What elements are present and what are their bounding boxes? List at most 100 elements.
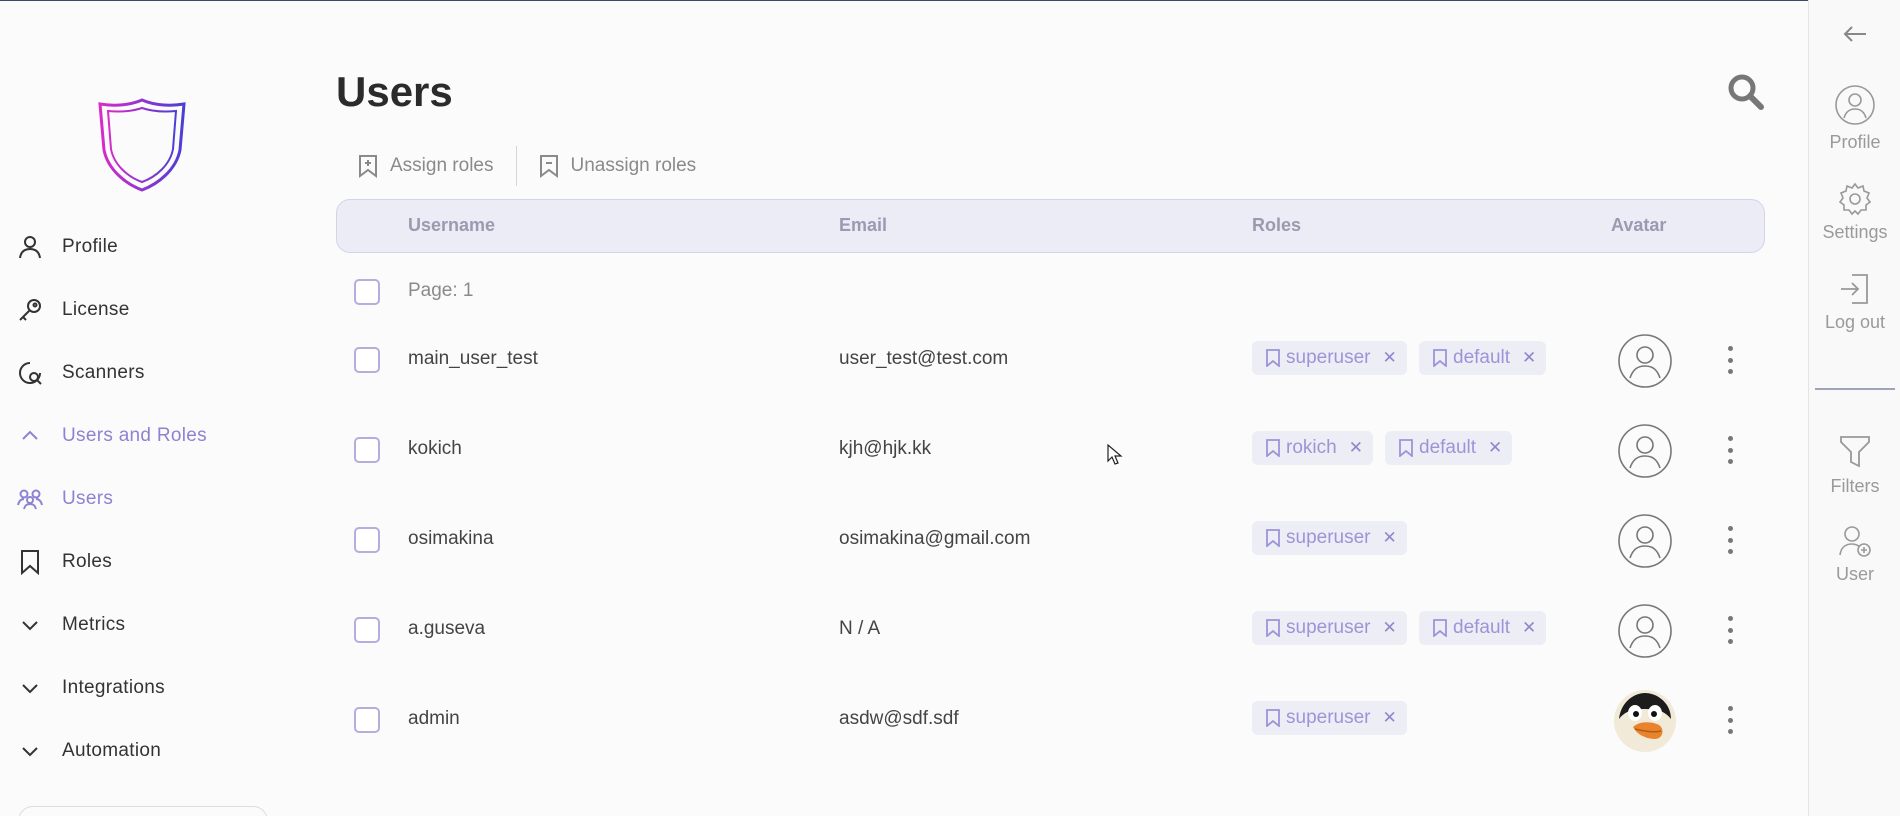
bookmark-minus-icon (539, 155, 558, 178)
avatar-photo[interactable] (1614, 690, 1676, 752)
sidebar-item-label: License (62, 299, 130, 320)
sidebar-item-users-and-roles[interactable]: Users and Roles (16, 416, 207, 456)
remove-role-icon[interactable]: ✕ (1383, 618, 1397, 638)
page-label: Page: 1 (408, 280, 474, 301)
remove-role-icon[interactable]: ✕ (1349, 438, 1363, 458)
username-cell: main_user_test (408, 348, 538, 369)
role-tag: superuser ✕ (1252, 701, 1407, 735)
table-row[interactable]: kokich kjh@hjk.kk rokich ✕ default ✕ (336, 420, 1765, 480)
remove-role-icon[interactable]: ✕ (1383, 528, 1397, 548)
sidebar-item-label: Roles (62, 551, 113, 572)
sidebar-bottom-widget[interactable] (18, 806, 268, 816)
scanner-icon (16, 359, 44, 387)
role-tag-label: rokich (1286, 437, 1337, 458)
sidebar-item-label: Scanners (62, 362, 145, 383)
add-user-icon (1839, 526, 1871, 557)
sidebar-item-automation[interactable]: Automation (16, 731, 161, 771)
sidebar-item-metrics[interactable]: Metrics (16, 605, 125, 645)
role-tag: default ✕ (1419, 341, 1547, 375)
row-checkbox[interactable] (354, 617, 380, 643)
role-tag-label: superuser (1286, 347, 1371, 368)
rail-settings-button[interactable]: Settings (1809, 182, 1900, 243)
table-row[interactable]: a.guseva N / A superuser ✕ default ✕ (336, 600, 1765, 660)
select-page-checkbox[interactable] (354, 279, 380, 305)
rail-logout-button[interactable]: Log out (1809, 272, 1900, 333)
bookmark-icon (1266, 349, 1280, 367)
rail-user-label: User (1835, 564, 1874, 584)
column-header-email[interactable]: Email (839, 215, 887, 236)
role-tag: superuser ✕ (1252, 341, 1407, 375)
email-cell: asdw@sdf.sdf (839, 708, 959, 729)
sidebar-item-users[interactable]: Users (16, 479, 113, 519)
role-tag-label: superuser (1286, 707, 1371, 728)
remove-role-icon[interactable]: ✕ (1488, 438, 1502, 458)
column-header-username[interactable]: Username (408, 215, 495, 236)
sidebar-item-roles[interactable]: Roles (16, 542, 112, 582)
bookmark-icon (1266, 619, 1280, 637)
rail-divider (1815, 388, 1895, 390)
logout-icon (1841, 274, 1868, 304)
avatar[interactable] (1617, 423, 1673, 479)
search-button[interactable] (1726, 72, 1766, 112)
default-avatar-icon (1618, 424, 1672, 478)
row-menu-icon[interactable] (1724, 616, 1736, 644)
table-row[interactable]: admin asdw@sdf.sdf superuser ✕ (336, 690, 1765, 752)
bookmark-icon (1266, 709, 1280, 727)
sidebar-item-license[interactable]: License (16, 290, 130, 330)
username-cell: admin (408, 708, 460, 729)
row-menu-icon[interactable] (1724, 706, 1736, 734)
rail-add-user-button[interactable]: User (1809, 524, 1900, 585)
role-tag: default ✕ (1419, 611, 1547, 645)
bookmark-icon (1266, 529, 1280, 547)
row-menu-icon[interactable] (1724, 346, 1736, 374)
bookmark-icon (1433, 619, 1447, 637)
rail-logout-label: Log out (1824, 312, 1886, 332)
row-menu-icon[interactable] (1724, 526, 1736, 554)
row-checkbox[interactable] (354, 437, 380, 463)
table-row[interactable]: osimakina osimakina@gmail.com superuser … (336, 510, 1765, 570)
sidebar-item-scanners[interactable]: Scanners (16, 353, 145, 393)
chevron-down-icon (16, 737, 44, 765)
row-checkbox[interactable] (354, 707, 380, 733)
key-icon (16, 296, 44, 324)
sidebar-item-label: Metrics (62, 614, 126, 635)
bookmark-icon (1266, 439, 1280, 457)
user-icon (16, 233, 44, 261)
remove-role-icon[interactable]: ✕ (1522, 618, 1536, 638)
remove-role-icon[interactable]: ✕ (1383, 348, 1397, 368)
avatar[interactable] (1617, 333, 1673, 389)
role-tag-label: superuser (1286, 617, 1371, 638)
remove-role-icon[interactable]: ✕ (1383, 708, 1397, 728)
users-icon (16, 485, 44, 513)
remove-role-icon[interactable]: ✕ (1522, 348, 1536, 368)
back-button[interactable] (1809, 24, 1900, 44)
assign-roles-button[interactable]: Assign roles (358, 154, 494, 178)
row-checkbox[interactable] (354, 347, 380, 373)
role-tag: rokich ✕ (1252, 431, 1373, 465)
unassign-roles-button[interactable]: Unassign roles (539, 154, 697, 178)
penguin-avatar-image (1614, 690, 1676, 752)
unassign-roles-label: Unassign roles (570, 155, 697, 176)
rail-filters-button[interactable]: Filters (1809, 434, 1900, 497)
sidebar-item-label: Profile (62, 236, 118, 257)
row-menu-icon[interactable] (1724, 436, 1736, 464)
bookmark-icon (1433, 349, 1447, 367)
row-checkbox[interactable] (354, 527, 380, 553)
avatar[interactable] (1617, 513, 1673, 569)
bookmark-icon (1399, 439, 1413, 457)
sidebar-item-profile[interactable]: Profile (16, 227, 118, 267)
rail-profile-button[interactable]: Profile (1809, 84, 1900, 153)
column-header-roles[interactable]: Roles (1252, 215, 1301, 236)
default-avatar-icon (1618, 514, 1672, 568)
rail-settings-label: Settings (1822, 222, 1888, 242)
avatar[interactable] (1617, 603, 1673, 659)
sidebar-item-integrations[interactable]: Integrations (16, 668, 165, 708)
rail-profile-label: Profile (1829, 132, 1881, 152)
table-row[interactable]: main_user_test user_test@test.com superu… (336, 330, 1765, 390)
page-group-row: Page: 1 (336, 262, 1765, 322)
email-cell: kjh@hjk.kk (839, 438, 932, 459)
email-cell: N / A (839, 618, 881, 639)
column-header-avatar[interactable]: Avatar (1611, 215, 1666, 236)
filter-icon (1840, 436, 1870, 468)
email-cell: osimakina@gmail.com (839, 528, 1031, 549)
